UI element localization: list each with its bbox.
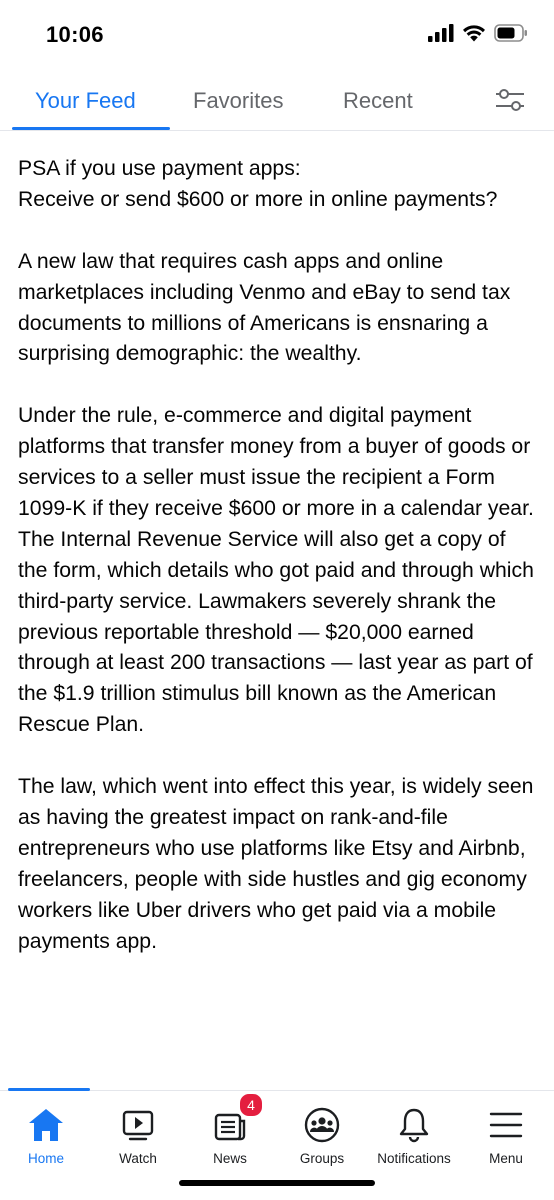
nav-label-news: News [213, 1151, 247, 1166]
post-paragraph: A new law that requires cash apps and on… [18, 249, 511, 366]
status-time: 10:06 [46, 22, 104, 47]
nav-label-menu: Menu [489, 1151, 523, 1166]
cellular-signal-icon [428, 24, 454, 42]
menu-icon [489, 1112, 523, 1138]
active-tab-indicator [12, 127, 170, 130]
news-badge: 4 [238, 1092, 264, 1118]
wifi-icon [463, 25, 485, 42]
nav-watch[interactable]: Watch [92, 1091, 184, 1171]
status-bar: 10:06 [0, 0, 554, 70]
tab-your-feed[interactable]: Your Feed [35, 88, 136, 114]
bell-icon [399, 1108, 429, 1143]
filter-settings-icon[interactable] [494, 85, 526, 115]
battery-icon [494, 24, 527, 42]
feed-tabs: Your Feed Favorites Recent [0, 70, 554, 131]
tab-recent[interactable]: Recent [343, 88, 413, 114]
groups-icon [304, 1107, 340, 1143]
nav-groups[interactable]: Groups [276, 1091, 368, 1171]
post-paragraph: PSA if you use payment apps: Receive or … [18, 157, 498, 211]
home-indicator[interactable] [179, 1180, 375, 1186]
nav-notifications[interactable]: Notifications [368, 1091, 460, 1171]
status-icons [428, 24, 528, 42]
tab-favorites[interactable]: Favorites [193, 88, 283, 114]
home-icon [29, 1109, 63, 1141]
nav-label-notifications: Notifications [377, 1151, 451, 1166]
post-paragraph: The law, which went into effect this yea… [18, 775, 534, 953]
nav-menu[interactable]: Menu [460, 1091, 552, 1171]
nav-news[interactable]: 4 News [184, 1091, 276, 1171]
nav-label-watch: Watch [119, 1151, 157, 1166]
nav-label-home: Home [27, 1151, 64, 1166]
facebook-feed-screen: 10:06 Your Feed Favorites Recent PSA if … [0, 0, 554, 1200]
post-body: PSA if you use payment apps: Receive or … [18, 154, 540, 988]
nav-home[interactable]: Home [0, 1091, 92, 1171]
nav-label-groups: Groups [299, 1151, 345, 1166]
post-paragraph: Under the rule, e-commerce and digital p… [18, 404, 534, 737]
watch-icon [122, 1110, 154, 1141]
